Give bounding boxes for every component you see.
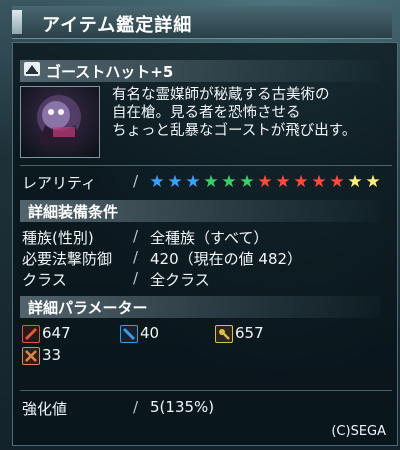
technique-defense-icon xyxy=(215,325,233,343)
description-line: 有名な霊媒師が秘蔵する古美術の xyxy=(112,87,330,103)
equip-conditions-bar: 詳細装備条件 xyxy=(20,200,380,222)
separator-slash: / xyxy=(133,398,139,416)
ghost-hat-image xyxy=(37,95,81,145)
rarity-label: レアリティ xyxy=(22,174,97,192)
separator-slash: / xyxy=(133,248,139,266)
rarity-star-icon: ★ xyxy=(149,172,165,192)
rarity-star-icon: ★ xyxy=(311,172,327,192)
item-name: ゴーストハット+5 xyxy=(46,63,174,81)
rarity-star-icon: ★ xyxy=(347,172,363,192)
rarity-star-icon: ★ xyxy=(185,172,201,192)
item-thumbnail xyxy=(20,86,100,158)
divider xyxy=(20,390,392,391)
separator-slash: / xyxy=(133,227,139,245)
rarity-stars: ★ ★ ★ ★ ★ ★ ★ ★ ★ ★ ★ ★ ★ xyxy=(148,172,382,192)
title-accent xyxy=(12,10,22,34)
element-resistance-value: 33 xyxy=(42,346,62,364)
required-tech-def-label: 必要法撃防御 xyxy=(22,250,113,268)
description-line: 自在槍。見る者を恐怖させる xyxy=(112,105,301,121)
striking-defense-icon xyxy=(22,325,40,343)
technique-defense-value: 657 xyxy=(235,324,264,342)
race-gender-value: 全種族（すべて） xyxy=(150,229,269,247)
rarity-star-icon: ★ xyxy=(293,172,309,192)
rarity-star-icon: ★ xyxy=(257,172,273,192)
ranged-defense-value: 40 xyxy=(140,324,160,342)
rarity-star-icon: ★ xyxy=(239,172,255,192)
copyright: (C)SEGA xyxy=(331,424,386,439)
enhance-label: 強化値 xyxy=(22,400,68,418)
window-title: アイテム鑑定詳細 xyxy=(42,15,193,36)
window-title-bar: アイテム鑑定詳細 xyxy=(12,6,392,39)
item-description: 有名な霊媒師が秘蔵する古美術の 自在槍。見る者を恐怖させる ちょっと乱暴なゴース… xyxy=(112,86,392,140)
item-name-bar: ゴーストハット+5 xyxy=(20,60,380,82)
ranged-defense-icon xyxy=(120,325,138,343)
params-bar: 詳細パラメーター xyxy=(20,296,380,318)
required-tech-def-value: 420（現在の値 482） xyxy=(150,250,303,268)
separator-slash: / xyxy=(133,172,139,190)
element-resistance-icon xyxy=(22,347,40,365)
separator-slash: / xyxy=(133,269,139,287)
hat-icon xyxy=(24,62,40,76)
race-gender-label: 種族(性別) xyxy=(22,229,94,247)
rarity-star-icon: ★ xyxy=(329,172,345,192)
equip-conditions-header: 詳細装備条件 xyxy=(28,203,119,221)
description-line: ちょっと乱暴なゴーストが飛び出す。 xyxy=(112,123,357,139)
rarity-star-icon: ★ xyxy=(167,172,183,192)
params-header: 詳細パラメーター xyxy=(28,299,148,317)
rarity-star-icon: ★ xyxy=(203,172,219,192)
class-label: クラス xyxy=(22,271,67,289)
rarity-star-icon: ★ xyxy=(221,172,237,192)
enhance-value: 5(135%) xyxy=(150,398,215,416)
divider xyxy=(20,165,392,166)
rarity-star-icon: ★ xyxy=(365,172,381,192)
rarity-star-icon: ★ xyxy=(275,172,291,192)
class-value: 全クラス xyxy=(150,271,210,289)
striking-defense-value: 647 xyxy=(42,324,71,342)
